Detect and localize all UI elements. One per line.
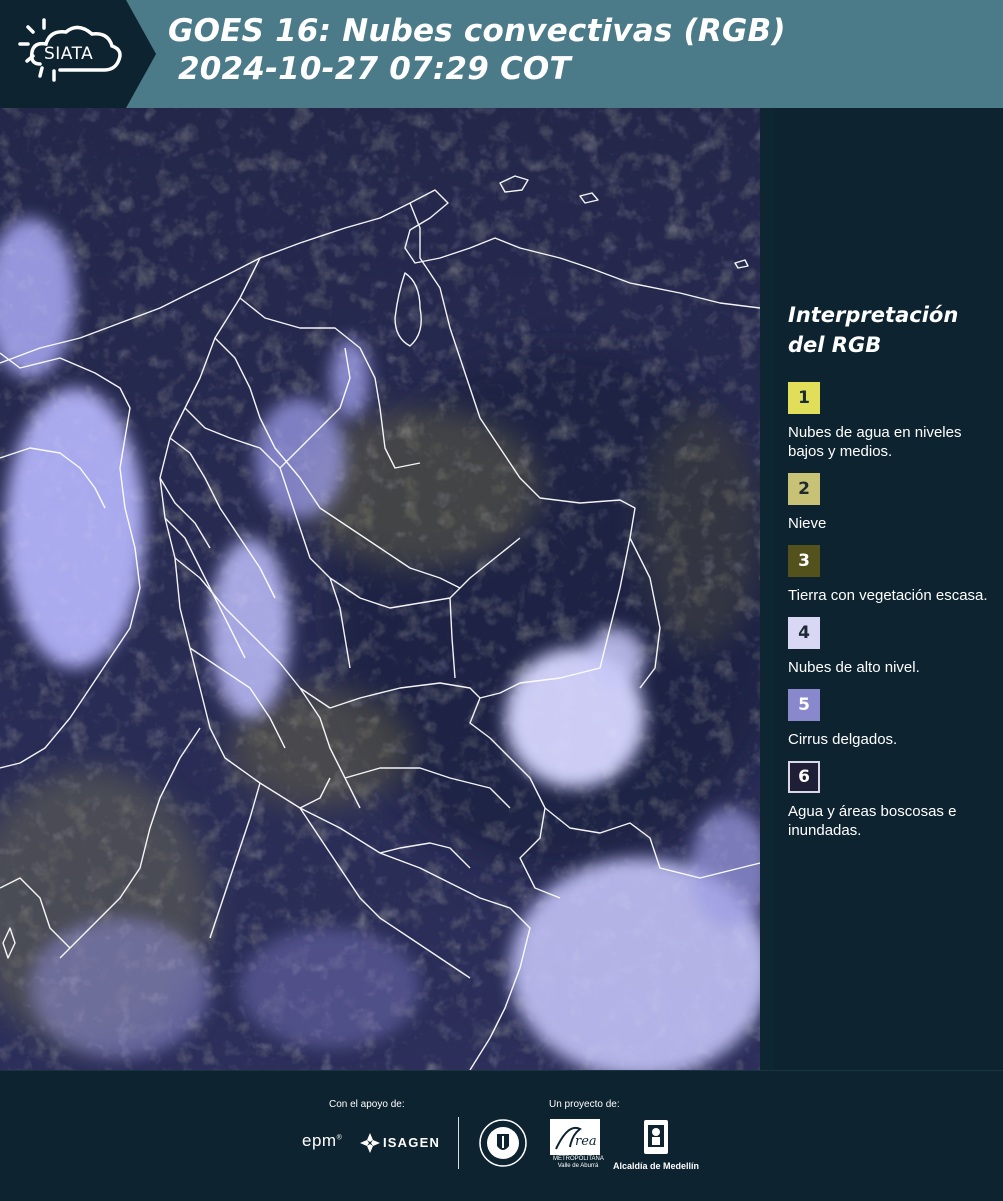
map-edge-strip: [760, 108, 774, 1070]
alcaldia-shield-icon: [644, 1120, 668, 1154]
legend-items: 1 Nubes de agua en niveles bajos y medios…: [788, 382, 993, 840]
satellite-image: [0, 108, 760, 1070]
footer: Con el apoyo de: Un proyecto de: epm® IS…: [0, 1070, 1003, 1201]
footer-divider: [458, 1117, 459, 1169]
legend-label-4: Nubes de alto nivel.: [788, 659, 920, 676]
isagen-logo: ISAGEN: [383, 1135, 441, 1150]
legend-label-5: Cirrus delgados.: [788, 731, 898, 748]
legend-item-4: 4 Nubes de alto nivel.: [788, 617, 993, 677]
title-line-2-timestamp: 2024-10-27 07:29 COT: [178, 51, 571, 87]
header-bar: SIATA GOES 16: Nubes convectivas (RGB) 2…: [0, 0, 1003, 108]
legend-label-3: Tierra con vegetación escasa.: [788, 587, 988, 604]
satellite-map: [0, 108, 760, 1070]
legend-title: Interpretación del RGB: [788, 303, 959, 357]
page-title: GOES 16: Nubes convectivas (RGB) 2024-10…: [168, 12, 786, 88]
isagen-logo-icon: [360, 1133, 380, 1153]
legend-swatch-3: 3: [788, 545, 820, 577]
legend-swatch-2: 2: [788, 473, 820, 505]
legend-item-6: 6 Agua y áreas boscosas e inundadas.: [788, 761, 993, 840]
area-metropolitana-logo-icon: rea: [550, 1119, 600, 1155]
legend-swatch-4: 4: [788, 617, 820, 649]
legend-panel: Interpretación del RGB 1 Nubes de agua en…: [788, 300, 993, 852]
svg-text:rea: rea: [575, 1134, 597, 1149]
legend-label-6: Agua y áreas boscosas e inundadas.: [788, 803, 957, 839]
legend-swatch-5: 5: [788, 689, 820, 721]
support-label: Con el apoyo de:: [329, 1099, 405, 1110]
project-label: Un proyecto de:: [549, 1099, 620, 1110]
legend-item-3: 3 Tierra con vegetación escasa.: [788, 545, 993, 605]
legend-swatch-6: 6: [788, 761, 820, 793]
legend-label-2: Nieve: [788, 515, 827, 532]
area-metropolitana-text: METROPOLITANA Valle de Aburrá: [553, 1156, 604, 1169]
alcaldia-text: Alcaldía de Medellín: [613, 1161, 700, 1171]
medellin-seal-icon: [479, 1119, 527, 1167]
legend-item-5: 5 Cirrus delgados.: [788, 689, 993, 749]
legend-item-2: 2 Nieve: [788, 473, 993, 533]
siata-logo-text: SIATA: [44, 44, 94, 64]
epm-logo: epm®: [302, 1131, 343, 1150]
epm-logo-text: epm: [302, 1131, 337, 1150]
legend-swatch-1: 1: [788, 382, 820, 414]
title-line-1: GOES 16: Nubes convectivas (RGB): [168, 13, 786, 49]
legend-item-1: 1 Nubes de agua en niveles bajos y medios…: [788, 382, 993, 461]
legend-label-1: Nubes de agua en niveles bajos y medios.: [788, 424, 962, 460]
